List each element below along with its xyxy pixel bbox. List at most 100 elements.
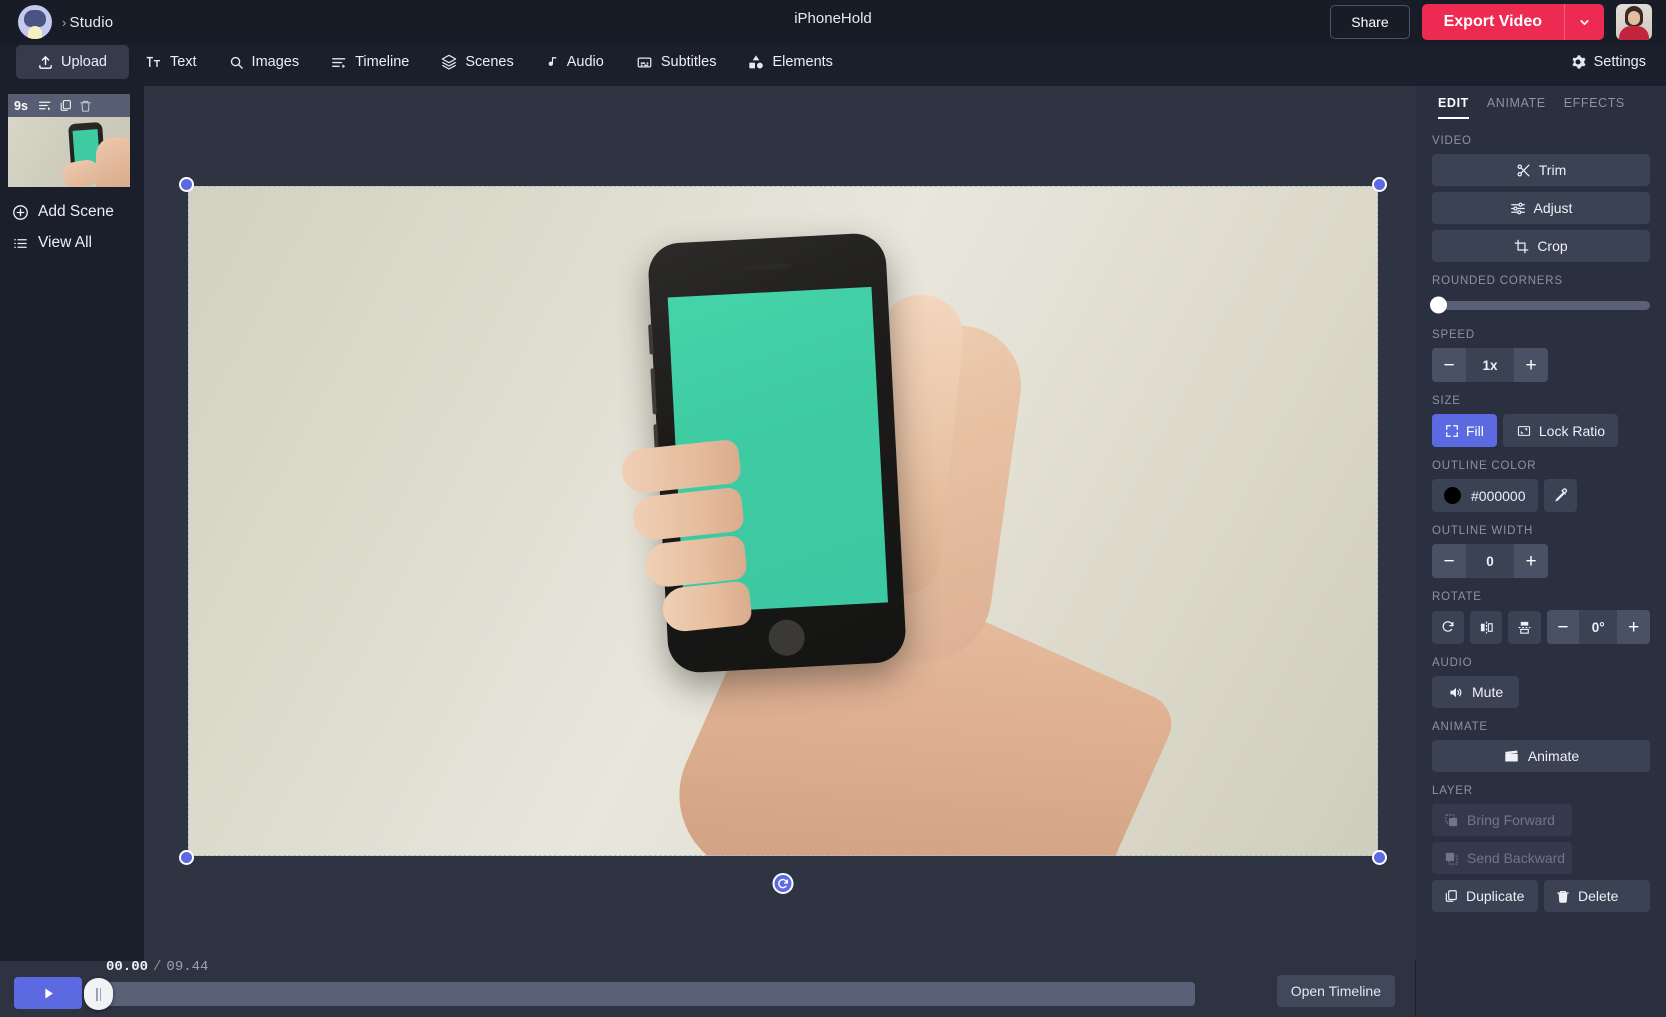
rotate-controls: − 0° + [1432,610,1650,644]
fill-button[interactable]: Fill [1432,414,1497,447]
plus-circle-icon [12,204,29,221]
rotate-handle[interactable] [773,873,794,894]
outline-width-stepper[interactable]: − 0 + [1432,544,1548,578]
duplicate-icon [1444,889,1458,903]
view-all-button[interactable]: View All [12,234,136,252]
eyedropper-button[interactable] [1544,479,1577,512]
mute-button[interactable]: Mute [1432,676,1519,708]
properties-body: VIDEO Trim Adjust Crop ROUNDED CORNERS S… [1416,119,1666,1017]
upload-icon [38,55,53,70]
video-preview[interactable] [188,186,1378,856]
tool-subtitles-label: Subtitles [661,54,717,70]
top-bar-actions: Share Export Video [1330,4,1666,40]
crop-icon [1514,239,1529,254]
share-button[interactable]: Share [1330,5,1409,39]
export-options-caret-button[interactable] [1564,4,1604,40]
settings-button[interactable]: Settings [1570,54,1666,70]
breadcrumb[interactable]: ›Studio [0,5,113,39]
subtitles-icon [636,55,653,70]
outline-width-increase-button[interactable]: + [1514,544,1548,578]
gear-icon [1570,54,1586,70]
speed-value: 1x [1466,358,1514,373]
section-label-rotate: ROTATE [1432,591,1650,603]
tool-timeline[interactable]: Timeline [315,45,425,79]
delete-button[interactable]: Delete [1544,880,1650,912]
avatar[interactable] [1616,4,1652,40]
bring-forward-button[interactable]: Bring Forward [1432,804,1572,836]
tool-subtitles[interactable]: Subtitles [620,45,733,79]
properties-tabs: EDIT ANIMATE EFFECTS [1416,86,1666,119]
layer-actions-row: Duplicate Delete [1432,880,1650,918]
sliders-icon [1510,201,1526,216]
flip-vertical-icon [1517,620,1532,635]
breadcrumb-label[interactable]: ›Studio [62,14,113,31]
time-readout: 00.00/09.44 [106,959,208,975]
trim-label: Trim [1539,162,1566,178]
scene-timeline-icon[interactable] [38,99,52,112]
rounded-corners-slider[interactable] [1432,294,1650,316]
section-label-layer: LAYER [1432,785,1650,797]
export-video-button[interactable]: Export Video [1422,4,1564,40]
flip-horizontal-button[interactable] [1470,611,1502,644]
lock-ratio-label: Lock Ratio [1539,423,1605,439]
section-label-outline-color: OUTLINE COLOR [1432,460,1650,472]
scene-duration-badge: 9s [14,99,28,113]
rotate-stepper[interactable]: − 0° + [1547,610,1650,644]
adjust-button[interactable]: Adjust [1432,192,1650,224]
resize-handle-bottom-left[interactable] [179,850,194,865]
speed-decrease-button[interactable]: − [1432,348,1466,382]
crop-button[interactable]: Crop [1432,230,1650,262]
resize-handle-bottom-right[interactable] [1372,850,1387,865]
rotate-decrease-button[interactable]: − [1547,610,1580,644]
tool-text[interactable]: Text [129,45,213,79]
tab-effects[interactable]: EFFECTS [1564,96,1625,119]
breadcrumb-studio-label[interactable]: Studio [70,14,114,31]
outline-width-decrease-button[interactable]: − [1432,544,1466,578]
tab-animate[interactable]: ANIMATE [1487,96,1546,119]
scene-duplicate-icon[interactable] [59,99,72,112]
scene-card[interactable]: 9s [8,94,130,187]
speed-increase-button[interactable]: + [1514,348,1548,382]
scene-actions: Add Scene View All [8,203,136,252]
scene-thumbnail[interactable] [8,117,130,187]
add-scene-label: Add Scene [38,203,114,221]
canvas-stage[interactable] [144,86,1416,961]
tool-timeline-label: Timeline [355,54,409,70]
speed-stepper[interactable]: − 1x + [1432,348,1548,382]
animate-label: Animate [1528,748,1579,764]
lock-ratio-button[interactable]: Lock Ratio [1503,414,1618,447]
tool-row: Upload Text Images Timeline Scenes Audio… [0,44,1666,80]
tab-edit[interactable]: EDIT [1438,96,1469,119]
trim-button[interactable]: Trim [1432,154,1650,186]
rounded-corners-track[interactable] [1432,301,1650,310]
open-timeline-button[interactable]: Open Timeline [1277,975,1395,1007]
playback-track[interactable] [98,982,1195,1006]
resize-handle-top-right[interactable] [1372,177,1387,192]
selected-media-object[interactable] [188,186,1378,856]
trash-icon [1556,889,1570,904]
duplicate-button[interactable]: Duplicate [1432,880,1538,912]
bring-forward-label: Bring Forward [1467,812,1555,828]
tool-upload[interactable]: Upload [16,45,129,79]
tool-scenes[interactable]: Scenes [425,45,529,79]
tool-images[interactable]: Images [213,45,316,79]
section-label-audio: AUDIO [1432,657,1650,669]
animate-button[interactable]: Animate [1432,740,1650,772]
rounded-corners-knob[interactable] [1430,297,1447,314]
flip-vertical-button[interactable] [1508,611,1540,644]
rotate-increase-button[interactable]: + [1617,610,1650,644]
add-scene-button[interactable]: Add Scene [12,203,136,221]
playhead-scrubber[interactable] [84,978,113,1010]
eyedropper-icon [1553,488,1568,503]
current-time: 00.00 [106,959,148,975]
cat-avatar-logo-icon[interactable] [18,5,52,39]
play-button[interactable] [14,977,82,1009]
outline-color-field[interactable]: #000000 [1432,479,1538,512]
phone-in-hand-photo [618,234,948,856]
tool-audio[interactable]: Audio [530,45,620,79]
tool-elements[interactable]: Elements [732,45,848,79]
send-backward-button[interactable]: Send Backward [1432,842,1572,874]
rotate-cw-button[interactable] [1432,611,1464,644]
scene-trash-icon[interactable] [79,99,92,113]
resize-handle-top-left[interactable] [179,177,194,192]
